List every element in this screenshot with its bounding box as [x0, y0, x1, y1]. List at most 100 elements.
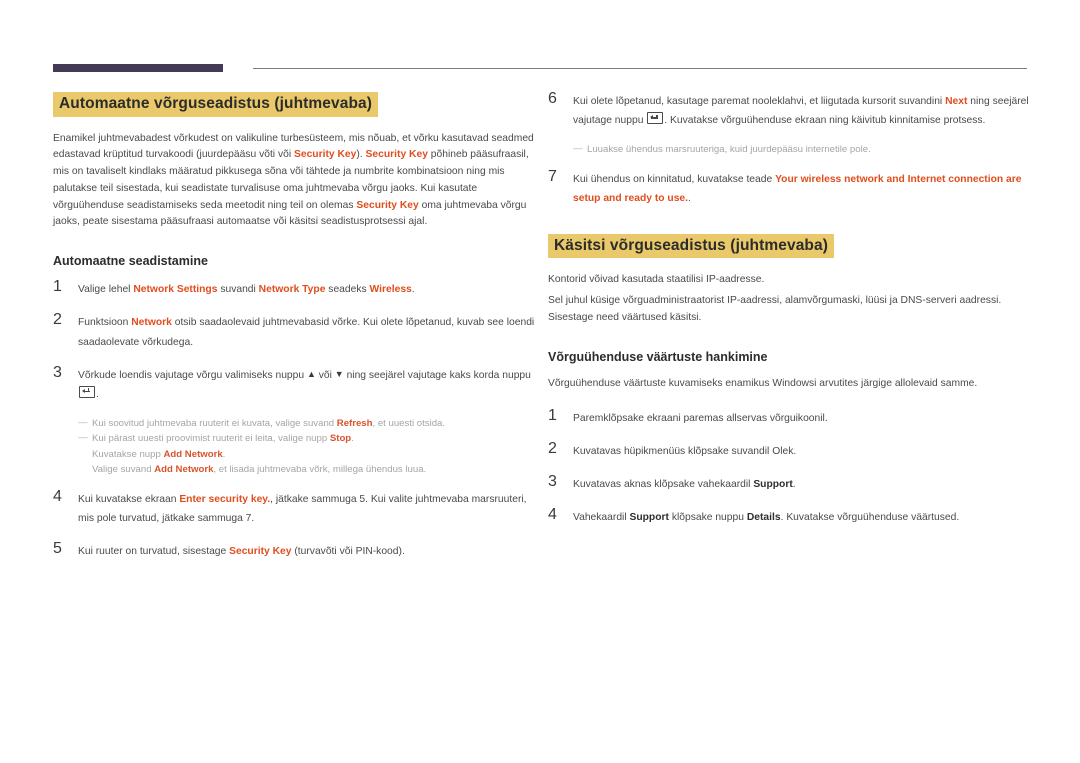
left-step-2-a1: Network — [131, 317, 172, 329]
left-intro-paragraph: Enamikel juhtmevabadest võrkudest on val… — [53, 131, 540, 232]
left-step-1-t2: suvandi — [217, 284, 259, 296]
left-step-3-t3: ning seejärel vajutage kaks korda nuppu — [343, 369, 531, 381]
left-step-5-t1: Kui ruuter on turvatud, sisestage — [78, 545, 230, 557]
left-step-5-t2: (turvavõti või PIN-kood). — [291, 545, 405, 557]
right-step-6-text: Kui olete lõpetanud, kasutage paremat no… — [573, 92, 1035, 130]
left-step-3-t2: või — [315, 369, 335, 381]
right-list-step-4-s1: Support — [629, 511, 669, 523]
left-note-3: Kuvatakse nupp Add Network. — [78, 447, 540, 463]
note-dash-icon: — — [573, 143, 583, 155]
left-note-4: Valige suvand Add Network, et lisada juh… — [78, 462, 540, 478]
right-step-7-t1: Kui ühendus on kinnitatud, kuvatakse tea… — [573, 173, 776, 185]
left-intro-accent-2: Security Key — [365, 149, 428, 161]
right-notes: — Luuakse ühendus marsruuteriga, kuid juu… — [548, 142, 1035, 158]
right-list-step-4-text: Vahekaardil Support klõpsake nuppu Detai… — [573, 508, 1035, 527]
left-note-2-t2: . — [351, 433, 354, 445]
left-note-2-t1: Kui pärast uuesti proovimist ruuterit ei… — [92, 433, 330, 445]
left-step-2-number: 2 — [53, 311, 62, 329]
left-step-5-text: Kui ruuter on turvatud, sisestage Securi… — [78, 542, 540, 561]
right-list-step-3-t1: Kuvatavas aknas klõpsake vahekaardil — [573, 478, 754, 490]
right-step-6-number: 6 — [548, 90, 557, 107]
enter-key-icon — [647, 112, 664, 125]
left-note-2: — Kui pärast uuesti proovimist ruuterit e… — [78, 431, 540, 447]
right-list-step-2: 2 Kuvatavas hüpikmenüüs klõpsake suvandi… — [548, 439, 1035, 461]
left-note-3-a1: Add Network — [163, 448, 223, 460]
right-section-title-wrap: Käsitsi võrguseadistus (juhtmevaba) — [548, 233, 1035, 259]
right-column: 6 Kui olete lõpetanud, kasutage paremat … — [548, 90, 1035, 541]
left-step-1-text: Valige lehel Network Settings suvandi Ne… — [78, 280, 540, 299]
right-list-step-1-text: Paremklõpsake ekraani paremas allservas … — [573, 412, 828, 424]
left-section-title-wrap: Automaatne võrguseadistus (juhtmevaba) — [53, 92, 540, 117]
left-step-1-t1: Valige lehel — [78, 284, 134, 296]
right-list-step-3-t2: . — [792, 478, 796, 490]
right-step-7-text: Kui ühendus on kinnitatud, kuvatakse tea… — [573, 170, 1035, 208]
left-column: Automaatne võrguseadistus (juhtmevaba) E… — [53, 92, 540, 575]
right-list-step-4-t3: . Kuvatakse võrguühenduse väärtused. — [780, 511, 960, 523]
note-dash-icon: — — [78, 416, 88, 428]
right-list-step-4-s2: Details — [746, 511, 781, 523]
left-step-1-t4: . — [411, 284, 415, 296]
right-paragraph-1: Kontorid võivad kasutada staatilisi IP-a… — [548, 274, 765, 286]
left-note-4-a1: Add Network — [154, 464, 214, 476]
right-step-6-a1: Next — [945, 96, 968, 107]
left-step-3-t4: . — [96, 388, 99, 400]
left-subsection-title: Automaatne seadistamine — [53, 254, 208, 269]
left-step-2: 2 Funktsioon Network otsib saadaolevaid … — [53, 311, 540, 351]
left-step-5-a1: Security Key — [229, 545, 292, 557]
left-step-1: 1 Valige lehel Network Settings suvandi … — [53, 278, 540, 299]
right-list-step-3-s1: Support — [753, 478, 793, 490]
left-note-2-a1: Stop — [329, 433, 352, 445]
left-note-3-t1: Kuvatakse nupp — [92, 448, 164, 460]
left-step-4: 4 Kui kuvatakse ekraan Enter security ke… — [53, 488, 540, 528]
left-step-3-number: 3 — [53, 363, 62, 381]
left-step-1-t3: seadeks — [325, 284, 370, 296]
left-step-4-a1: Enter security key. — [179, 493, 271, 505]
right-step-7: 7 Kui ühendus on kinnitatud, kuvatakse t… — [548, 167, 1035, 208]
right-list-step-4: 4 Vahekaardil Support klõpsake nuppu Det… — [548, 505, 1035, 527]
note-dash-icon: — — [78, 432, 88, 444]
right-step-7-number: 7 — [548, 167, 557, 185]
left-note-1-t2: , et uuesti otsida. — [372, 417, 446, 429]
right-list-step-2-text: Kuvatavas hüpikmenüüs klõpsake suvandil … — [573, 445, 797, 457]
left-step-3-t1: Võrkude loendis vajutage võrgu valimisek… — [78, 369, 307, 381]
left-notes: — Kui soovitud juhtmevaba ruuterit ei kuv… — [53, 416, 540, 478]
right-step-7-t2: . — [688, 192, 691, 204]
right-list-step-3: 3 Kuvatavas aknas klõpsake vahekaardil S… — [548, 472, 1035, 494]
right-list-step-3-text: Kuvatavas aknas klõpsake vahekaardil Sup… — [573, 475, 1035, 494]
left-note-4-t1: Valige suvand — [92, 464, 155, 476]
left-note-1-t1: Kui soovitud juhtmevaba ruuterit ei kuva… — [92, 417, 337, 429]
left-step-3-text: Võrkude loendis vajutage võrgu valimisek… — [78, 366, 540, 404]
arrow-down-icon: ▼ — [334, 368, 344, 379]
right-step-6: 6 Kui olete lõpetanud, kasutage paremat … — [548, 90, 1035, 130]
right-list-step-3-number: 3 — [548, 472, 557, 490]
right-note-1-text: Luuakse ühendus marsruuteriga, kuid juur… — [587, 144, 871, 156]
right-list-step-4-t1: Vahekaardil — [573, 511, 630, 523]
left-step-5: 5 Kui ruuter on turvatud, sisestage Secu… — [53, 540, 540, 561]
left-note-1-a1: Refresh — [336, 417, 373, 429]
left-step-1-a3: Wireless — [369, 284, 412, 296]
right-note-1: — Luuakse ühendus marsruuteriga, kuid juu… — [573, 142, 1035, 158]
right-paragraph-2: Sel juhul küsige võrguadministraatorist … — [548, 295, 1002, 323]
arrow-up-icon: ▲ — [306, 368, 316, 379]
right-list-step-4-number: 4 — [548, 505, 557, 523]
left-note-4-t2: , et lisada juhtmevaba võrk, millega ühe… — [213, 464, 427, 476]
left-note-3-t2: . — [222, 448, 226, 460]
right-step-6-t1: Kui olete lõpetanud, kasutage paremat no… — [573, 96, 946, 107]
left-step-1-a2: Network Type — [258, 284, 326, 296]
right-paragraph-3: Võrguühenduse väärtuste kuvamiseks enami… — [548, 377, 978, 389]
document-page: Automaatne võrguseadistus (juhtmevaba) E… — [0, 0, 1080, 763]
right-list-step-2-number: 2 — [548, 439, 557, 457]
left-step-4-t1: Kui kuvatakse ekraan — [78, 493, 180, 505]
right-list-step-1-number: 1 — [548, 406, 557, 424]
right-subsection-title: Võrguühenduse väärtuste hankimine — [548, 349, 768, 364]
enter-key-icon — [79, 385, 95, 398]
right-section-title: Käsitsi võrguseadistus (juhtmevaba) — [548, 233, 834, 259]
header-rule — [53, 64, 1027, 73]
left-intro-text-2: ). — [356, 149, 366, 161]
left-step-1-number: 1 — [53, 278, 62, 296]
left-step-2-text: Funktsioon Network otsib saadaolevaid ju… — [78, 313, 540, 351]
header-rule-thin — [253, 68, 1027, 69]
left-step-4-text: Kui kuvatakse ekraan Enter security key.… — [78, 490, 540, 528]
header-rule-thick — [53, 64, 223, 72]
left-intro-accent-1: Security Key — [293, 149, 357, 161]
